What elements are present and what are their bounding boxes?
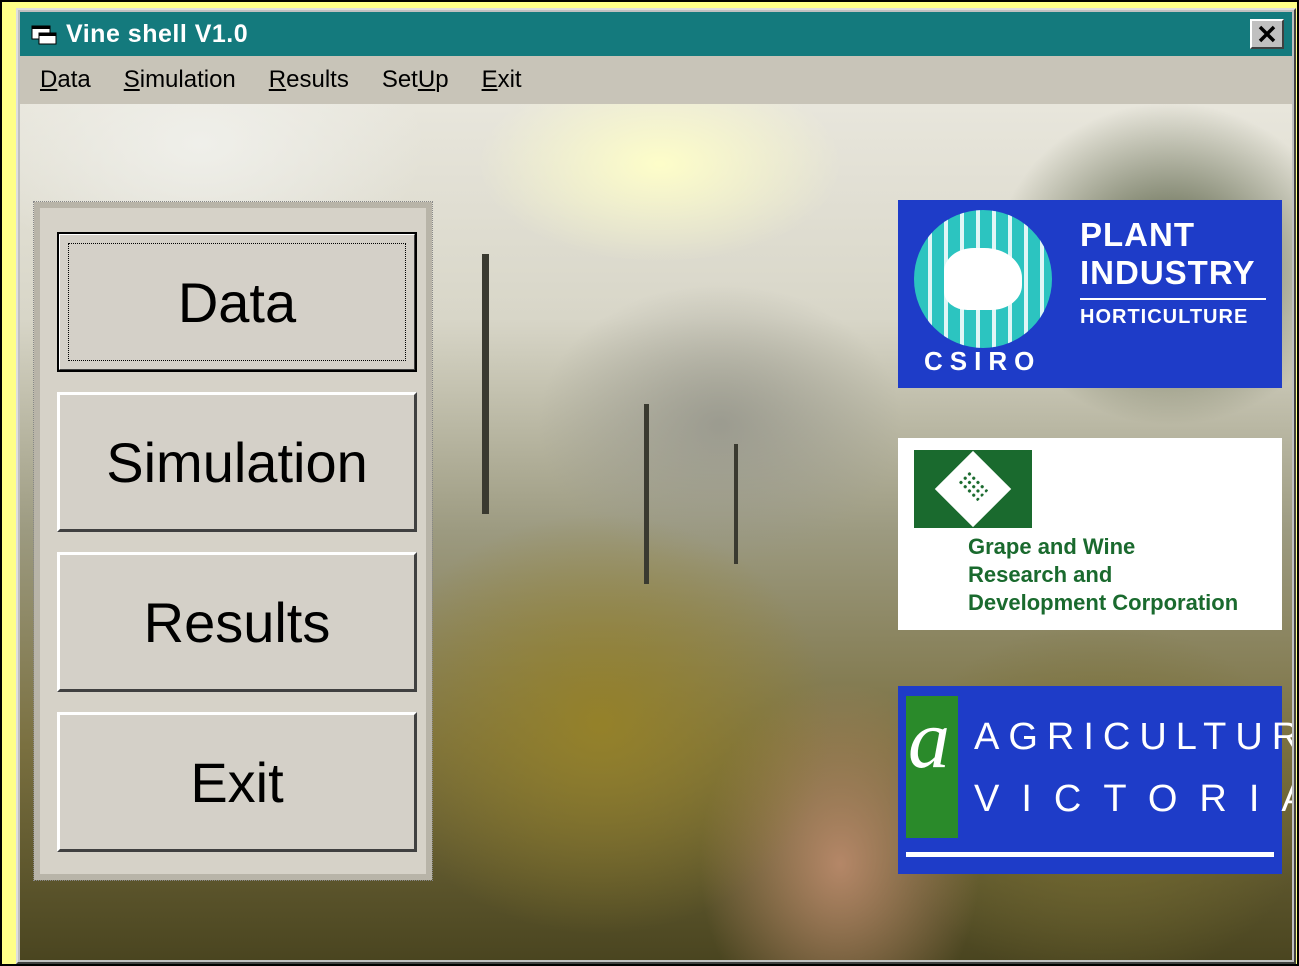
vineyard-background-image: Data Simulation Results Exit CSIRO PLANT… (20, 104, 1292, 960)
app-icon (30, 22, 58, 46)
exit-button[interactable]: Exit (57, 712, 417, 852)
agriculture-victoria-logo: a AGRICULTURE VICTORIA (898, 686, 1292, 874)
csiro-emblem-icon (914, 210, 1052, 348)
gwrdc-line-1: Grape and Wine (968, 534, 1136, 559)
industry-text: INDUSTRY (1080, 254, 1256, 291)
av-emblem-icon: a (906, 696, 958, 838)
csiro-wordmark: CSIRO (924, 346, 1042, 376)
grape-emblem-icon (914, 450, 1032, 528)
close-icon (1258, 25, 1276, 43)
gwrdc-line-3: Development Corporation (968, 590, 1239, 615)
gwrdc-line-2: Research and (968, 562, 1113, 587)
app-window: Vine shell V1.0 Data Simulation Results … (16, 8, 1296, 964)
irrigation-pole (734, 444, 738, 564)
australia-map-icon (944, 248, 1022, 310)
results-button[interactable]: Results (57, 552, 417, 692)
agriculture-text: AGRICULTURE (974, 716, 1292, 758)
victoria-text: VICTORIA (974, 778, 1292, 820)
gwrdc-logo: Grape and Wine Research and Development … (898, 438, 1282, 630)
irrigation-pole (644, 404, 649, 584)
menu-data[interactable]: Data (40, 66, 91, 94)
menu-bar: Data Simulation Results SetUp Exit (20, 56, 1292, 104)
divider (906, 852, 1274, 857)
menu-simulation[interactable]: Simulation (124, 66, 236, 94)
divider (1080, 298, 1266, 300)
irrigation-pole (482, 254, 489, 514)
simulation-button[interactable]: Simulation (57, 392, 417, 532)
plant-text: PLANT (1080, 216, 1195, 253)
csiro-plant-industry-logo: CSIRO PLANT INDUSTRY HORTICULTURE (898, 200, 1282, 388)
horticulture-text: HORTICULTURE (1080, 306, 1249, 328)
main-button-panel: Data Simulation Results Exit (33, 201, 433, 881)
window-title: Vine shell V1.0 (66, 19, 249, 48)
data-button[interactable]: Data (57, 232, 417, 372)
title-bar[interactable]: Vine shell V1.0 (20, 12, 1292, 56)
menu-exit[interactable]: Exit (482, 66, 522, 94)
menu-results[interactable]: Results (269, 66, 349, 94)
menu-setup[interactable]: SetUp (382, 66, 449, 94)
close-button[interactable] (1250, 19, 1284, 49)
focus-rectangle (68, 243, 406, 361)
